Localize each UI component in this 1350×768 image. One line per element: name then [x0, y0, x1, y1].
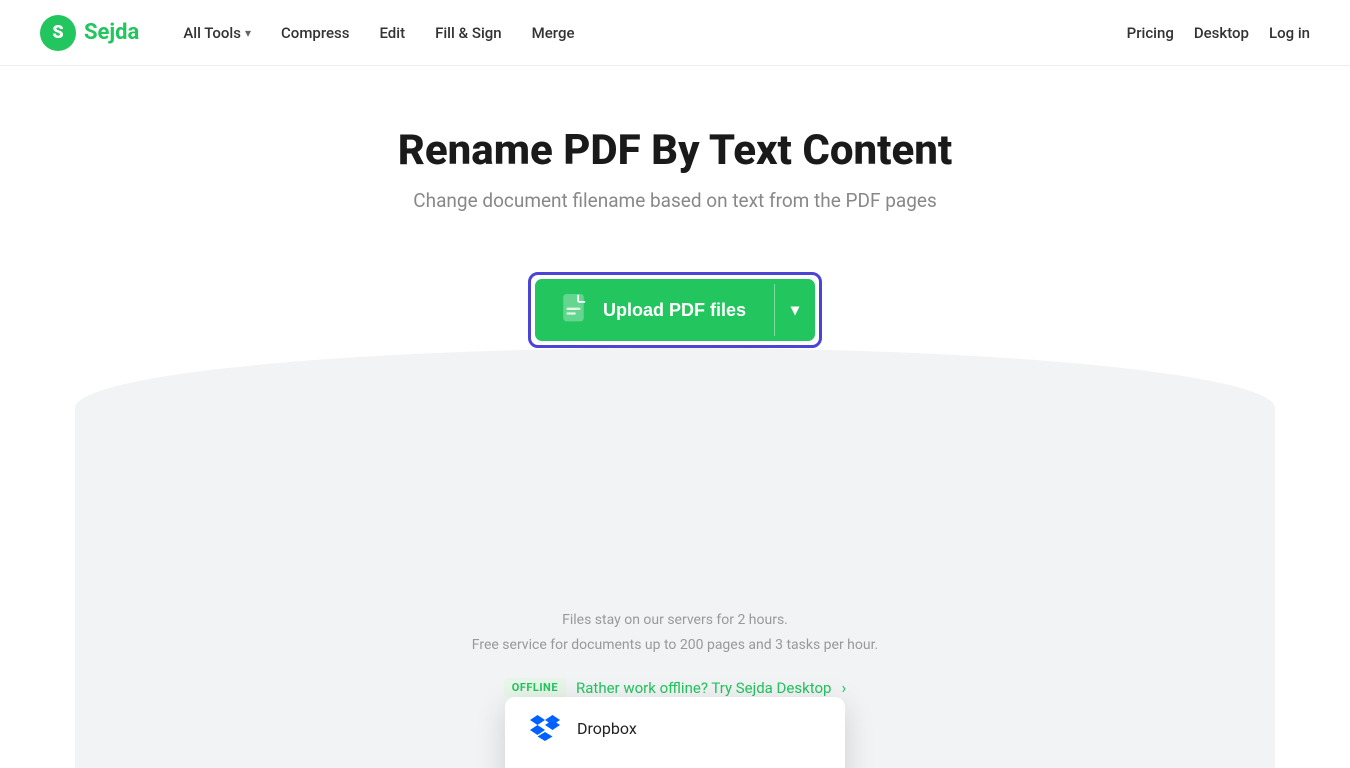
logo-icon: S: [40, 15, 76, 51]
offline-text: Rather work offline? Try Sejda Desktop: [576, 679, 831, 697]
content-area: Rename PDF By Text Content Change docume…: [0, 126, 1350, 697]
header-left: S Sejda All Tools ▾ Compress Edit Fill &…: [40, 15, 586, 51]
main-nav: All Tools ▾ Compress Edit Fill & Sign Me…: [171, 16, 586, 50]
upload-btn-main: Upload PDF files: [535, 279, 774, 341]
nav-pricing[interactable]: Pricing: [1127, 24, 1174, 42]
nav-all-tools[interactable]: All Tools ▾: [171, 16, 263, 50]
pdf-file-icon: [563, 293, 591, 327]
upload-section: Upload PDF files ▾: [472, 272, 878, 697]
upload-dropdown: Dropbox Google Drive: [505, 697, 845, 768]
dropdown-item-google-drive[interactable]: Google Drive: [505, 759, 845, 768]
upload-button-label: Upload PDF files: [603, 300, 746, 321]
dropbox-icon: [529, 712, 561, 744]
nav-login[interactable]: Log in: [1269, 24, 1310, 42]
header-right: Pricing Desktop Log in: [1127, 24, 1310, 42]
upload-dropdown-toggle[interactable]: ▾: [775, 286, 815, 334]
offline-arrow-icon: ›: [841, 678, 846, 697]
nav-merge[interactable]: Merge: [520, 16, 587, 50]
logo[interactable]: S Sejda: [40, 15, 139, 51]
chevron-down-icon: ▾: [245, 26, 251, 40]
page-title: Rename PDF By Text Content: [398, 126, 953, 175]
offline-badge: OFFLINE: [504, 678, 566, 697]
upload-button-container: Upload PDF files ▾: [528, 272, 822, 348]
info-line1: Files stay on our servers for 2 hours.: [472, 608, 878, 633]
nav-desktop[interactable]: Desktop: [1194, 24, 1249, 42]
main-content: Rename PDF By Text Content Change docume…: [0, 66, 1350, 768]
header: S Sejda All Tools ▾ Compress Edit Fill &…: [0, 0, 1350, 66]
dropdown-item-dropbox[interactable]: Dropbox: [505, 697, 845, 759]
offline-banner[interactable]: OFFLINE Rather work offline? Try Sejda D…: [504, 678, 847, 697]
upload-pdf-button[interactable]: Upload PDF files ▾: [535, 279, 815, 341]
nav-compress[interactable]: Compress: [269, 16, 361, 50]
info-line2: Free service for documents up to 200 pag…: [472, 633, 878, 658]
nav-edit[interactable]: Edit: [367, 16, 417, 50]
page-subtitle: Change document filename based on text f…: [413, 189, 937, 212]
logo-name: Sejda: [84, 20, 139, 45]
info-text: Files stay on our servers for 2 hours. F…: [472, 608, 878, 658]
nav-fill-sign[interactable]: Fill & Sign: [423, 16, 514, 50]
dropbox-label: Dropbox: [577, 719, 637, 738]
